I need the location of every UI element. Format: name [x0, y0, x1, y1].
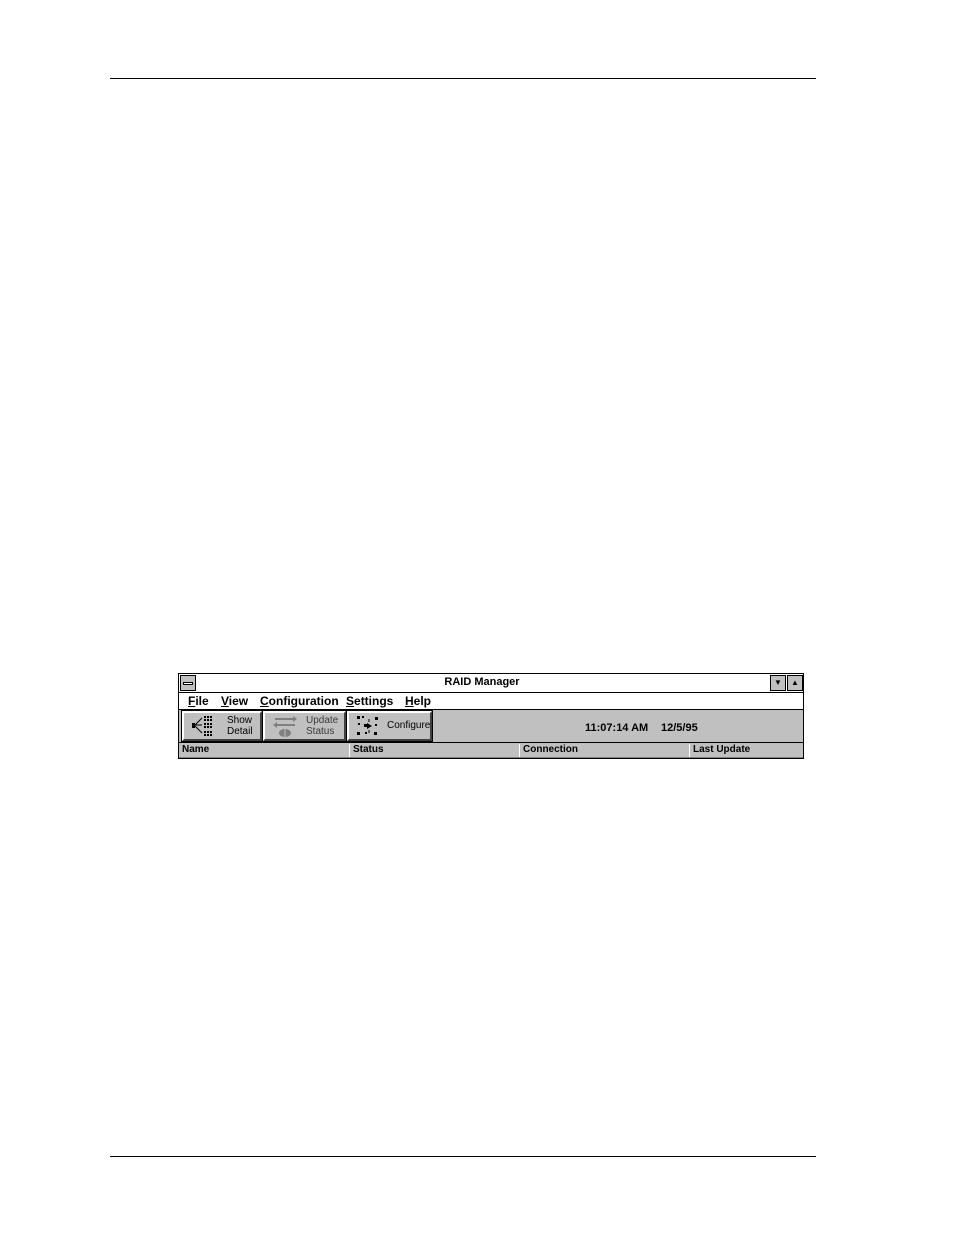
up-arrow-icon: ▲	[791, 678, 799, 687]
configure-icon	[357, 716, 378, 735]
menu-settings[interactable]: Settings	[346, 694, 393, 708]
clock-date: 12/5/95	[661, 722, 698, 734]
system-menu-button[interactable]	[180, 675, 196, 691]
column-header-status[interactable]: Status	[350, 744, 520, 758]
configure-label: Configure	[387, 720, 431, 731]
update-status-button[interactable]: Update Status	[262, 710, 347, 742]
window-title: RAID Manager	[444, 676, 520, 688]
show-detail-icon	[192, 716, 212, 736]
menu-configuration[interactable]: Configuration	[260, 694, 339, 708]
header-bottom-edge	[179, 757, 803, 758]
maximize-button[interactable]: ▲	[787, 675, 803, 691]
show-detail-button[interactable]: Show Detail	[181, 710, 263, 742]
update-status-label: Update Status	[306, 715, 339, 737]
column-header-connection[interactable]: Connection	[520, 744, 690, 758]
down-arrow-icon: ▼	[774, 678, 782, 687]
menu-file[interactable]: File	[188, 694, 209, 708]
menu-help[interactable]: Help	[405, 694, 431, 708]
toolbar: Show Detail Update Status Configure 11:0…	[179, 710, 803, 743]
header-rule	[110, 78, 816, 79]
configure-button[interactable]: Configure	[346, 710, 433, 742]
minimize-button[interactable]: ▼	[770, 675, 786, 691]
update-status-icon	[273, 716, 297, 737]
footer-rule	[110, 1156, 816, 1157]
column-header-name[interactable]: Name	[179, 744, 350, 758]
system-menu-icon	[183, 682, 193, 685]
raid-manager-window: RAID Manager ▼ ▲ File View Configuration…	[178, 673, 804, 759]
menu-bar: File View Configuration Settings Help	[179, 693, 803, 710]
clock-time: 11:07:14 AM	[585, 722, 649, 734]
show-detail-label: Show Detail	[227, 715, 253, 737]
menu-view[interactable]: View	[221, 694, 248, 708]
column-headers: Name Status Connection Last Update	[179, 743, 803, 758]
title-bar[interactable]: RAID Manager ▼ ▲	[179, 674, 803, 693]
column-header-last-update[interactable]: Last Update	[690, 744, 803, 758]
